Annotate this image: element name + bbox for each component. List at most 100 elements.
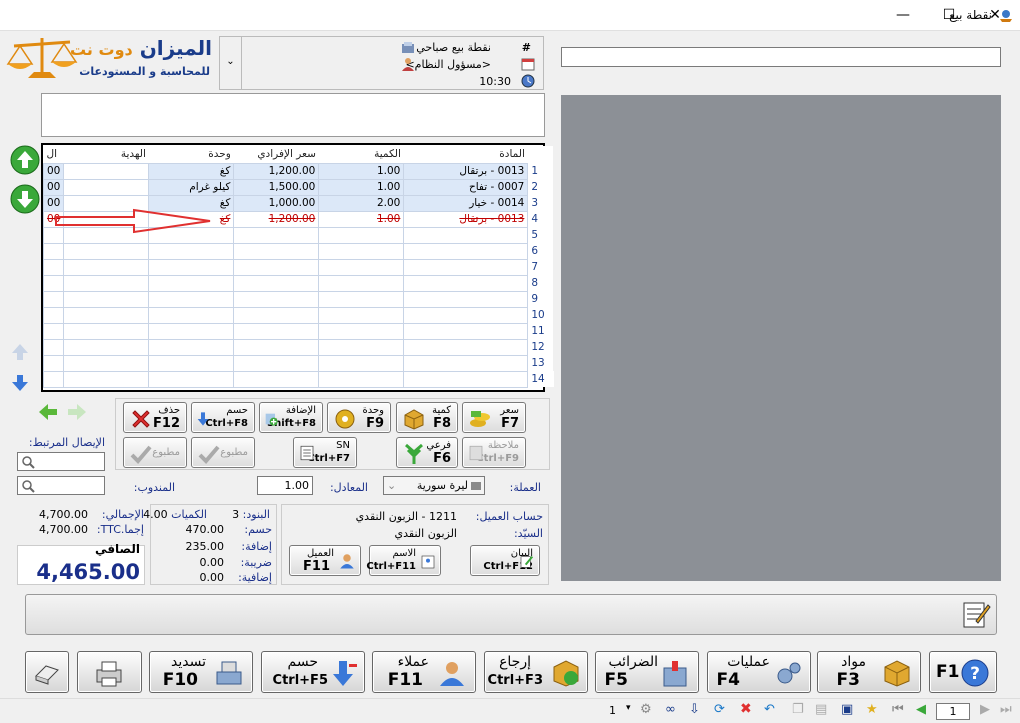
- cell-item[interactable]: [403, 354, 529, 372]
- search-icon[interactable]: [21, 479, 35, 493]
- cell-price[interactable]: [233, 306, 320, 324]
- cell-unit[interactable]: كغ: [148, 162, 235, 180]
- discount-button[interactable]: حسم Ctrl+F5: [261, 651, 365, 693]
- cell-item[interactable]: [403, 306, 529, 324]
- items-table[interactable]: ال الهدية وحدة سعر الإفرادي الكمية الماد…: [42, 146, 554, 388]
- search-icon[interactable]: [21, 455, 35, 469]
- price-button[interactable]: سعر F7: [462, 402, 526, 433]
- cell-price[interactable]: [233, 258, 320, 276]
- table-row[interactable]: 11: [42, 322, 554, 340]
- rate-input[interactable]: 1.00: [257, 476, 313, 495]
- cell-gift[interactable]: [63, 290, 150, 308]
- binoculars-icon[interactable]: ∞: [665, 702, 676, 717]
- unit-button[interactable]: وحدة F9: [327, 402, 391, 433]
- cell-qty[interactable]: [318, 290, 405, 308]
- paste-icon[interactable]: ▤: [815, 702, 827, 717]
- statement-button[interactable]: البيان Ctrl+F12: [470, 545, 540, 576]
- cell-qty[interactable]: [318, 306, 405, 324]
- cell-price[interactable]: [233, 354, 320, 372]
- note-button[interactable]: ملاحظة Ctrl+F9: [462, 437, 526, 468]
- table-row[interactable]: 00 كغ 1,200.00 1.00 0013 - برتقال 1: [42, 162, 554, 180]
- cell-unit[interactable]: [148, 354, 235, 372]
- cell-item[interactable]: 0013 - برتقال: [403, 210, 529, 228]
- customers-button[interactable]: عملاء F11: [372, 651, 476, 693]
- cell-extra[interactable]: [42, 258, 65, 276]
- cell-price[interactable]: 1,500.00: [233, 178, 320, 196]
- cell-item[interactable]: [403, 242, 529, 260]
- printed-button-1[interactable]: مطبوع: [123, 437, 187, 468]
- cell-extra[interactable]: [42, 242, 65, 260]
- items-button[interactable]: مواد F3: [817, 651, 921, 693]
- cell-extra[interactable]: [42, 322, 65, 340]
- table-row[interactable]: 6: [42, 242, 554, 260]
- last-page-icon[interactable]: ⏭: [1000, 702, 1012, 717]
- cell-extra[interactable]: 00: [42, 162, 65, 180]
- cell-qty[interactable]: [318, 338, 405, 356]
- cell-qty[interactable]: [318, 370, 405, 388]
- help-button[interactable]: F1 ?: [929, 651, 997, 693]
- cell-item[interactable]: [403, 274, 529, 292]
- cell-price[interactable]: 1,200.00: [233, 210, 320, 228]
- cell-qty[interactable]: 1.00: [318, 210, 405, 228]
- chevron-down-icon[interactable]: ▾: [626, 703, 631, 713]
- table-row[interactable]: 8: [42, 274, 554, 292]
- cell-qty[interactable]: [318, 322, 405, 340]
- table-row[interactable]: 7: [42, 258, 554, 276]
- cell-gift[interactable]: [63, 178, 150, 196]
- prev-page-icon[interactable]: ◀: [916, 702, 926, 717]
- line-discount-button[interactable]: حسم Ctrl+F8: [191, 402, 255, 433]
- settings-icon[interactable]: ⚙: [640, 702, 652, 717]
- cell-price[interactable]: [233, 290, 320, 308]
- cell-qty[interactable]: [318, 354, 405, 372]
- cell-price[interactable]: 1,000.00: [233, 194, 320, 212]
- cell-gift[interactable]: [63, 322, 150, 340]
- cell-price[interactable]: [233, 370, 320, 388]
- cell-extra[interactable]: [42, 290, 65, 308]
- cell-unit[interactable]: [148, 258, 235, 276]
- cell-extra[interactable]: [42, 370, 65, 388]
- minimize-button[interactable]: —: [880, 0, 926, 31]
- linked-receipt-input[interactable]: [17, 452, 105, 471]
- cell-gift[interactable]: [63, 306, 150, 324]
- print-button[interactable]: [77, 651, 142, 693]
- branch-button[interactable]: فرعي F6: [396, 437, 458, 468]
- sn-button[interactable]: SN Ctrl+F7: [293, 437, 357, 468]
- cell-gift[interactable]: [63, 242, 150, 260]
- cell-qty[interactable]: 1.00: [318, 178, 405, 196]
- cell-item[interactable]: [403, 226, 529, 244]
- cell-item[interactable]: [403, 338, 529, 356]
- delete-button[interactable]: حذف F12: [123, 402, 187, 433]
- cell-gift[interactable]: [63, 370, 150, 388]
- cell-price[interactable]: 1,200.00: [233, 162, 320, 180]
- cell-extra[interactable]: [42, 306, 65, 324]
- cell-qty[interactable]: [318, 258, 405, 276]
- cell-item[interactable]: [403, 290, 529, 308]
- star-icon[interactable]: ★: [866, 702, 878, 717]
- refresh-icon[interactable]: ⟳: [714, 702, 725, 717]
- cell-item[interactable]: [403, 370, 529, 388]
- cell-price[interactable]: [233, 322, 320, 340]
- undo-icon[interactable]: ↶: [764, 702, 775, 717]
- table-row[interactable]: 10: [42, 306, 554, 324]
- barcode-input[interactable]: [561, 47, 1001, 67]
- table-row[interactable]: 13: [42, 354, 554, 372]
- printed-button-2[interactable]: مطبوع: [191, 437, 255, 468]
- operations-button[interactable]: عمليات F4: [707, 651, 811, 693]
- page-number-input[interactable]: 1: [936, 703, 970, 720]
- qty-button[interactable]: كمية F8: [396, 402, 458, 433]
- cell-item[interactable]: 0014 - خيار: [403, 194, 529, 212]
- cell-price[interactable]: [233, 226, 320, 244]
- move-up-icon[interactable]: [10, 145, 40, 175]
- cell-extra[interactable]: [42, 354, 65, 372]
- notepad-icon[interactable]: [960, 599, 992, 631]
- cell-qty[interactable]: 2.00: [318, 194, 405, 212]
- cell-unit[interactable]: [148, 274, 235, 292]
- table-row[interactable]: 00 كيلو غرام 1,500.00 1.00 0007 - تفاح 2: [42, 178, 554, 196]
- filter-icon[interactable]: ⇩: [689, 702, 700, 717]
- scroll-down-icon[interactable]: [10, 373, 30, 393]
- cell-qty[interactable]: 1.00: [318, 162, 405, 180]
- cell-item[interactable]: [403, 258, 529, 276]
- cell-unit[interactable]: [148, 322, 235, 340]
- cell-unit[interactable]: [148, 290, 235, 308]
- cell-item[interactable]: [403, 322, 529, 340]
